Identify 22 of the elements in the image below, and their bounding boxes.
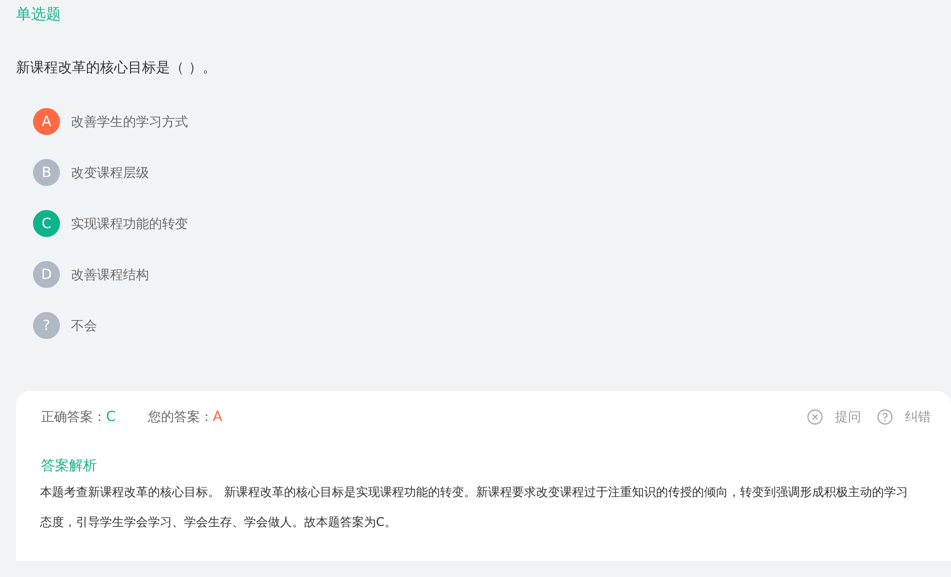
your-answer-label: 您的答案： — [148, 409, 213, 426]
analysis-text: 本题考查新课程改革的核心目标。 新课程改革的核心目标是实现课程功能的转变。新课程要求改变课程过于注重知识的传授的倾向，转变到强调形成积极主动的学习态度，引导学生学会学习、学会生存、学会做人。故本题答案为C。 — [40, 484, 908, 531]
ask-link[interactable]: 提问 — [835, 408, 861, 426]
option-letter[interactable]: C — [33, 210, 60, 237]
question-type: 单选题 — [15, 4, 62, 25]
option-letter[interactable]: D — [33, 261, 60, 288]
option-text[interactable]: 改变课程层级 — [71, 164, 149, 182]
your-answer-value: A — [212, 409, 222, 425]
correct-answer-label: 正确答案： — [41, 409, 106, 426]
option-letter[interactable]: A — [33, 108, 60, 135]
option-text[interactable]: 改善学生的学习方式 — [71, 112, 188, 130]
close-circle-icon — [807, 409, 823, 425]
option-letter[interactable]: ? — [33, 312, 60, 339]
option-text[interactable]: 改善课程结构 — [71, 266, 149, 284]
report-link[interactable]: 纠错 — [905, 408, 931, 426]
correct-answer-value: C — [106, 409, 116, 425]
option-text[interactable]: 实现课程功能的转变 — [71, 214, 188, 232]
analysis-title: 答案解析 — [41, 457, 98, 475]
help-circle-icon — [877, 409, 893, 425]
question-text: 新课程改革的核心目标是（ ）。 — [15, 59, 218, 78]
option-text[interactable]: 不会 — [71, 316, 97, 334]
option-letter[interactable]: B — [33, 159, 60, 186]
